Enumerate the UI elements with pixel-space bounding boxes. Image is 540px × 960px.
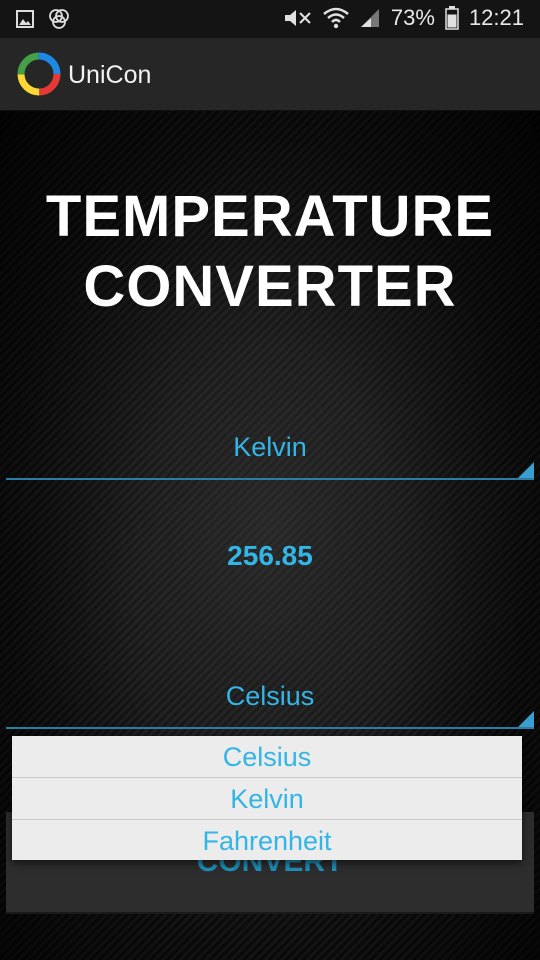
spinner-underline <box>6 478 534 480</box>
wifi-icon <box>323 7 349 29</box>
battery-icon <box>445 6 459 30</box>
spinner-corner-icon <box>518 711 534 727</box>
dropdown-option-celsius[interactable]: Celsius <box>12 736 522 778</box>
battery-percent: 73% <box>390 5 435 30</box>
dropdown-option-fahrenheit[interactable]: Fahrenheit <box>12 820 522 861</box>
spinner-corner-icon <box>518 462 534 478</box>
from-unit-label: Kelvin <box>233 432 307 462</box>
status-bar: 73% 12:21 <box>0 0 540 38</box>
clock: 12:21 <box>468 5 524 30</box>
to-unit-spinner[interactable]: Celsius <box>6 669 534 729</box>
unit-dropdown-menu: Celsius Kelvin Fahrenheit <box>12 736 522 860</box>
action-bar: UniCon <box>0 38 540 111</box>
spinner-underline <box>6 727 534 729</box>
app-title: UniCon <box>68 61 152 89</box>
mute-icon <box>284 10 311 26</box>
status-right-icons: 73% 12:21 <box>283 5 524 31</box>
signal-icon <box>360 9 379 27</box>
status-left-icons <box>16 8 70 30</box>
app-logo-icon <box>17 52 61 96</box>
to-unit-label: Celsius <box>225 681 315 711</box>
page-title-line1: TEMPERATURE <box>45 184 495 249</box>
dropdown-option-kelvin[interactable]: Kelvin <box>12 778 522 820</box>
image-notification-icon <box>16 10 34 28</box>
page-title: TEMPERATURE CONVERTER <box>0 182 540 322</box>
from-unit-spinner[interactable]: Kelvin <box>6 420 534 480</box>
page-title-line2: CONVERTER <box>83 254 457 319</box>
triple-circle-notification-icon <box>49 9 69 29</box>
value-input[interactable]: 256.85 <box>0 540 540 572</box>
